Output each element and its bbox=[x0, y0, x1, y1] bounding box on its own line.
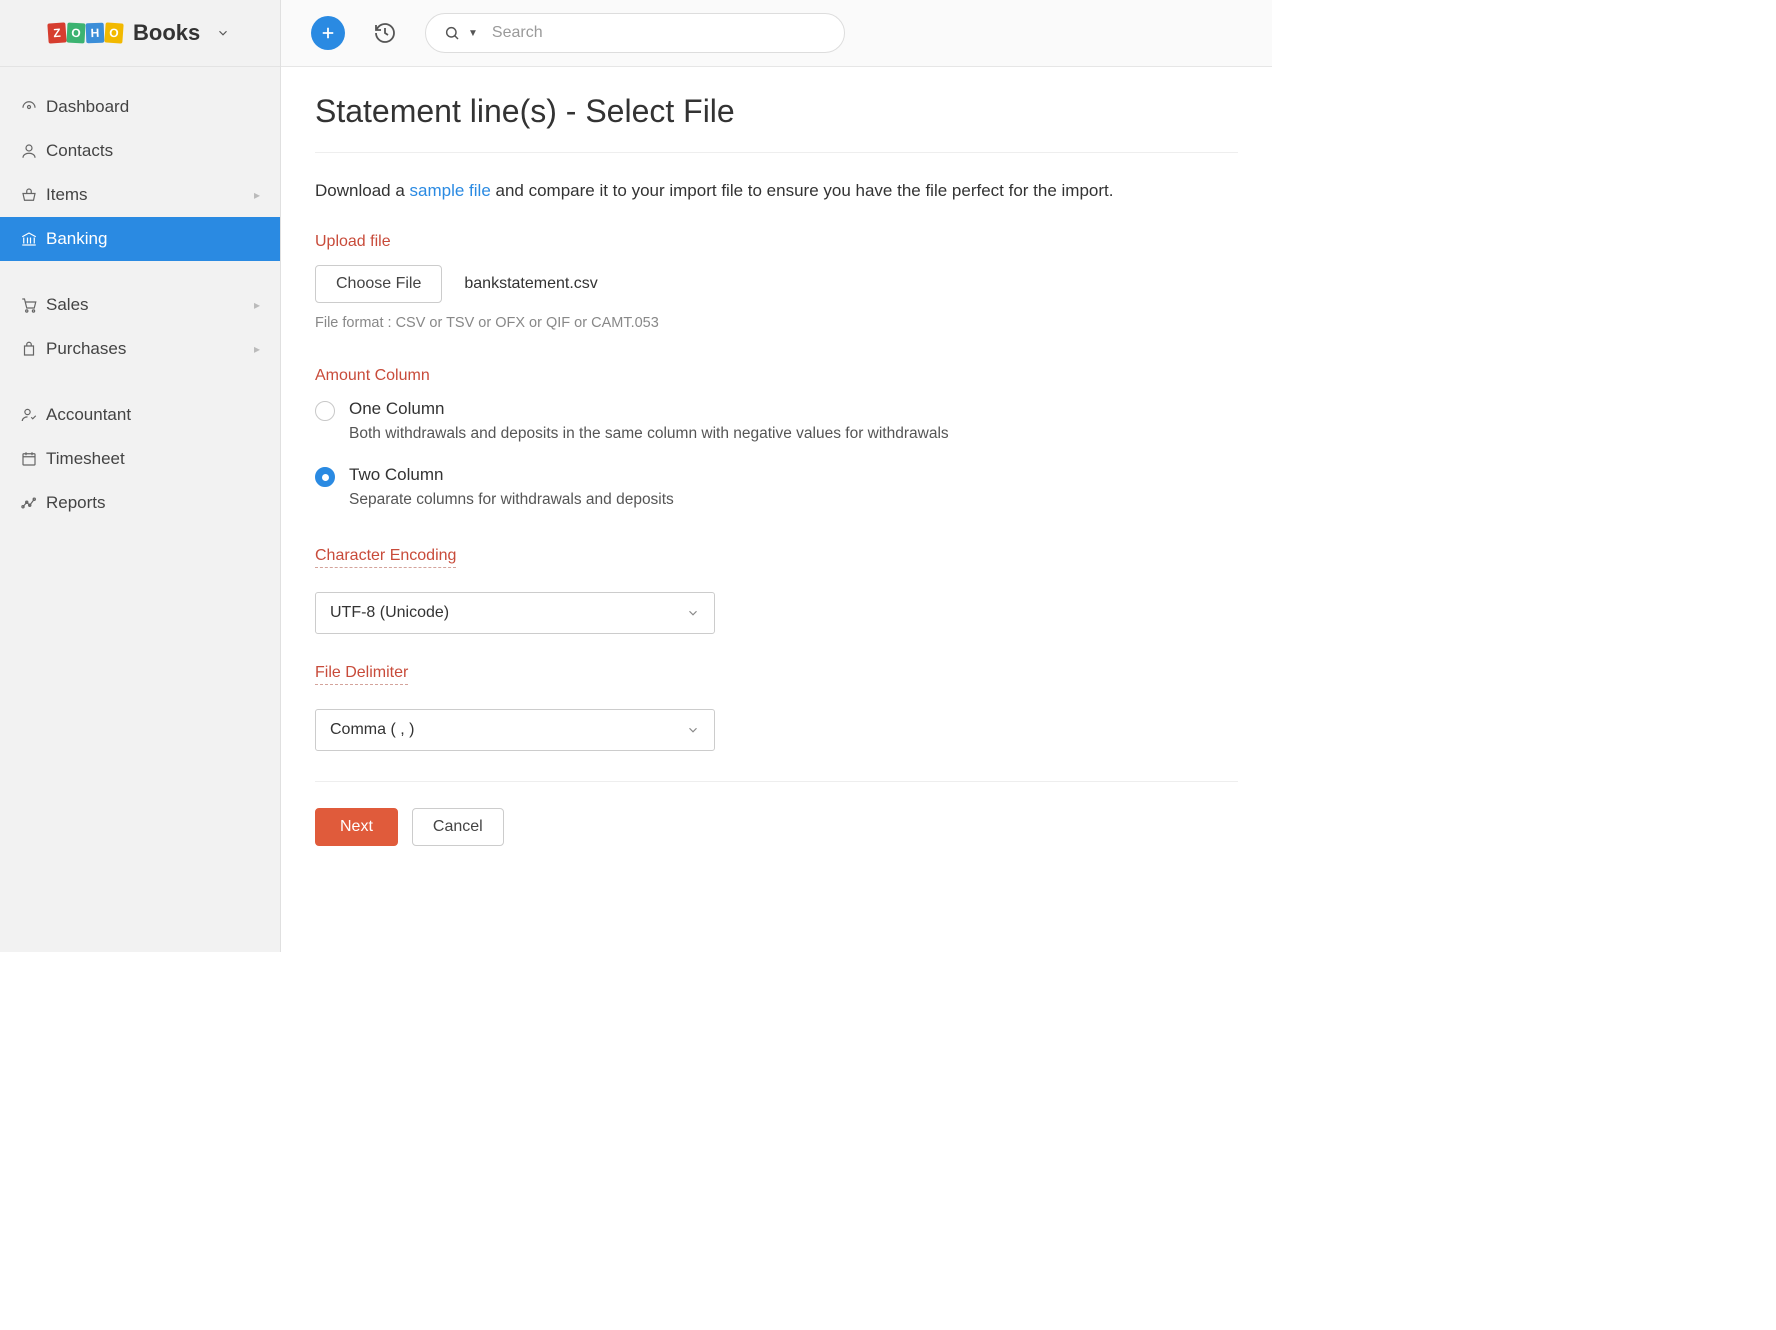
main: ▼ Statement line(s) - Select File Downlo… bbox=[281, 0, 1272, 952]
bank-icon bbox=[20, 230, 46, 248]
sidebar-item-label: Dashboard bbox=[46, 97, 129, 117]
choose-file-button[interactable]: Choose File bbox=[315, 265, 442, 303]
brand-name: Books bbox=[133, 20, 200, 46]
basket-icon bbox=[20, 186, 46, 204]
search-icon bbox=[444, 25, 460, 41]
cancel-button[interactable]: Cancel bbox=[412, 808, 504, 846]
divider bbox=[315, 152, 1238, 153]
sidebar-item-accountant[interactable]: Accountant bbox=[0, 393, 280, 437]
chosen-filename: bankstatement.csv bbox=[464, 275, 597, 293]
option-desc: Both withdrawals and deposits in the sam… bbox=[349, 425, 949, 443]
sidebar-item-label: Timesheet bbox=[46, 449, 125, 469]
sidebar-item-label: Purchases bbox=[46, 339, 126, 359]
sidebar-item-purchases[interactable]: Purchases ▸ bbox=[0, 327, 280, 371]
divider bbox=[315, 781, 1238, 782]
topbar: ▼ bbox=[281, 0, 1272, 67]
global-search[interactable]: ▼ bbox=[425, 13, 845, 53]
sidebar-item-label: Contacts bbox=[46, 141, 113, 161]
zoho-logo-icon: Z O H O bbox=[48, 23, 123, 43]
file-delimiter-label: File Delimiter bbox=[315, 664, 408, 685]
option-desc: Separate columns for withdrawals and dep… bbox=[349, 491, 674, 509]
calendar-icon bbox=[20, 450, 46, 468]
amount-column-label: Amount Column bbox=[315, 367, 430, 385]
chart-icon bbox=[20, 494, 46, 512]
intro-text: Download a sample file and compare it to… bbox=[315, 181, 1238, 201]
sidebar-item-sales[interactable]: Sales ▸ bbox=[0, 283, 280, 327]
sample-file-link[interactable]: sample file bbox=[410, 181, 491, 200]
quick-create-button[interactable] bbox=[311, 16, 345, 50]
bag-icon bbox=[20, 340, 46, 358]
sidebar-item-label: Accountant bbox=[46, 405, 131, 425]
person-icon bbox=[20, 142, 46, 160]
history-icon[interactable] bbox=[373, 21, 397, 45]
sidebar-item-dashboard[interactable]: Dashboard bbox=[0, 85, 280, 129]
page-title: Statement line(s) - Select File bbox=[315, 93, 1238, 130]
accountant-icon bbox=[20, 406, 46, 424]
option-title: Two Column bbox=[349, 465, 674, 485]
sidebar-item-banking[interactable]: Banking bbox=[0, 217, 280, 261]
next-button[interactable]: Next bbox=[315, 808, 398, 846]
sidebar-nav: Dashboard Contacts Items ▸ Banking bbox=[0, 67, 280, 525]
sidebar: Z O H O Books Dashboard Contacts bbox=[0, 0, 281, 952]
option-title: One Column bbox=[349, 399, 949, 419]
form-actions: Next Cancel bbox=[315, 808, 1238, 846]
sidebar-item-items[interactable]: Items ▸ bbox=[0, 173, 280, 217]
file-format-hint: File format : CSV or TSV or OFX or QIF o… bbox=[315, 315, 1238, 331]
select-value: UTF-8 (Unicode) bbox=[330, 604, 449, 622]
amount-column-group: One Column Both withdrawals and deposits… bbox=[315, 399, 1238, 509]
radio-icon bbox=[315, 467, 335, 487]
chevron-down-icon bbox=[686, 606, 700, 620]
amount-option-one-column[interactable]: One Column Both withdrawals and deposits… bbox=[315, 399, 1238, 443]
file-delimiter-select[interactable]: Comma ( , ) bbox=[315, 709, 715, 751]
sidebar-item-reports[interactable]: Reports bbox=[0, 481, 280, 525]
chevron-right-icon: ▸ bbox=[254, 298, 260, 312]
gauge-icon bbox=[20, 98, 46, 116]
cart-icon bbox=[20, 296, 46, 314]
chevron-right-icon: ▸ bbox=[254, 188, 260, 202]
upload-file-label: Upload file bbox=[315, 233, 391, 251]
sidebar-item-contacts[interactable]: Contacts bbox=[0, 129, 280, 173]
amount-option-two-column[interactable]: Two Column Separate columns for withdraw… bbox=[315, 465, 1238, 509]
brand-switcher[interactable]: Z O H O Books bbox=[0, 0, 280, 67]
character-encoding-label: Character Encoding bbox=[315, 547, 456, 568]
sidebar-item-label: Reports bbox=[46, 493, 106, 513]
sidebar-item-label: Items bbox=[46, 185, 88, 205]
radio-icon bbox=[315, 401, 335, 421]
chevron-down-icon bbox=[686, 723, 700, 737]
caret-down-icon[interactable]: ▼ bbox=[468, 28, 478, 39]
sidebar-item-label: Sales bbox=[46, 295, 89, 315]
chevron-down-icon bbox=[216, 26, 230, 40]
character-encoding-select[interactable]: UTF-8 (Unicode) bbox=[315, 592, 715, 634]
content: Statement line(s) - Select File Download… bbox=[281, 67, 1272, 952]
search-input[interactable] bbox=[492, 24, 826, 42]
chevron-right-icon: ▸ bbox=[254, 342, 260, 356]
sidebar-item-label: Banking bbox=[46, 229, 107, 249]
sidebar-item-timesheet[interactable]: Timesheet bbox=[0, 437, 280, 481]
select-value: Comma ( , ) bbox=[330, 721, 414, 739]
